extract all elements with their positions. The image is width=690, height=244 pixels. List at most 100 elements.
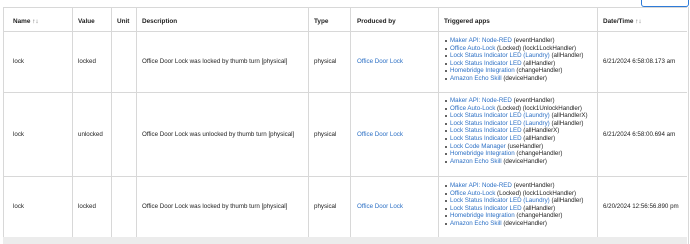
app-link[interactable]: Office Auto-Lock xyxy=(450,105,495,112)
search-input[interactable] xyxy=(641,0,689,7)
app-handler: (Locked) (lock1LockHandler) xyxy=(495,44,577,52)
app-handler: (eventHandler) xyxy=(511,97,555,104)
app-link[interactable]: Lock Status Indicator LED (Laundry) xyxy=(450,112,550,119)
app-handler: (useHandler) xyxy=(505,142,544,150)
app-link[interactable]: Homebridge Integration xyxy=(450,67,515,74)
app-link[interactable]: Office Auto-Lock xyxy=(450,45,495,52)
app-handler: (changeHandler) xyxy=(514,150,563,158)
sort-icon[interactable]: ↑↓ xyxy=(32,18,38,25)
table-footer-row xyxy=(3,237,687,244)
cell-description: Office Door Lock was unlocked by thumb t… xyxy=(142,131,295,138)
cell-value: unlocked xyxy=(78,131,103,138)
produced-by-link[interactable]: Office Door Lock xyxy=(357,131,403,138)
app-handler: (allHandlerX) xyxy=(549,112,588,120)
list-item: Lock Code Manager (useHandler) xyxy=(445,142,588,151)
row-divider xyxy=(3,92,687,93)
cell-name: lock xyxy=(13,203,25,210)
list-item: Office Auto-Lock (Locked) (lock1UnlockHa… xyxy=(445,104,588,113)
column-header-value: Value xyxy=(78,18,95,25)
app-link[interactable]: Lock Status Indicator LED (Laundry) xyxy=(450,52,550,59)
app-link[interactable]: Lock Status Indicator LED xyxy=(450,205,522,212)
list-item: Amazon Echo Skill (deviceHandler) xyxy=(445,157,588,166)
app-handler: (eventHandler) xyxy=(511,37,555,44)
column-header-datetime-label: Date/Time xyxy=(603,18,634,25)
triggered-apps-list: Maker API: Node-RED (eventHandler) Offic… xyxy=(445,97,588,166)
app-handler: (allHandler) xyxy=(521,204,556,212)
app-handler: (Locked) (lock1LockHandler) xyxy=(495,189,577,197)
app-handler: (allHandler) xyxy=(521,59,556,67)
list-item: Homebridge Integration (changeHandler) xyxy=(444,212,583,220)
app-link[interactable]: Lock Status Indicator LED xyxy=(450,127,522,134)
app-handler: (Locked) (lock1UnlockHandler) xyxy=(495,104,582,112)
app-link[interactable]: Maker API: Node-RED xyxy=(450,37,512,44)
list-item: Maker API: Node-RED (eventHandler) xyxy=(444,182,583,190)
list-item: Lock Status Indicator LED (allHandler) xyxy=(444,204,583,213)
cell-description: Office Door Lock was locked by thumb tur… xyxy=(142,203,288,210)
header-divider xyxy=(3,31,687,32)
app-handler: (deviceHandler) xyxy=(501,74,547,82)
column-header-datetime[interactable]: Date/Time ↑↓ xyxy=(603,18,642,25)
app-link[interactable]: Amazon Echo Skill xyxy=(450,220,502,227)
app-link[interactable]: Homebridge Integration xyxy=(450,212,515,219)
cell-name: lock xyxy=(13,131,25,138)
list-item: Homebridge Integration (changeHandler) xyxy=(445,150,588,158)
app-link[interactable]: Lock Status Indicator LED xyxy=(450,60,522,67)
cell-type: physical xyxy=(314,58,337,65)
cell-description: Office Door Lock was locked by thumb tur… xyxy=(142,58,288,65)
column-header-description: Description xyxy=(142,18,178,25)
app-handler: (deviceHandler) xyxy=(501,157,547,165)
app-link[interactable]: Maker API: Node-RED xyxy=(450,97,512,104)
app-link[interactable]: Lock Code Manager xyxy=(450,143,506,150)
app-handler: (allHandlerX) xyxy=(521,127,560,135)
column-header-unit: Unit xyxy=(117,18,130,25)
cell-datetime: 6/21/2024 6:58:00.694 am xyxy=(603,131,676,138)
column-divider xyxy=(308,7,309,237)
app-handler: (changeHandler) xyxy=(514,67,563,75)
app-handler: (allHandler) xyxy=(521,134,556,142)
app-handler: (deviceHandler) xyxy=(501,219,547,227)
list-item: Lock Status Indicator LED (Laundry) (all… xyxy=(444,197,584,205)
cell-datetime: 6/20/2024 12:56:56.890 pm xyxy=(603,203,679,210)
top-strip xyxy=(0,0,690,6)
app-link[interactable]: Lock Status Indicator LED (Laundry) xyxy=(450,197,550,204)
app-handler: (allHandler) xyxy=(549,197,584,205)
cell-value: locked xyxy=(78,203,96,210)
app-handler: (changeHandler) xyxy=(514,212,563,220)
list-item: Office Auto-Lock (Locked) (lock1LockHand… xyxy=(444,44,583,53)
cell-datetime: 6/21/2024 6:58:08.173 am xyxy=(603,58,676,65)
app-handler: (allHandler) xyxy=(549,52,584,60)
column-header-produced-by: Produced by xyxy=(357,18,396,25)
app-link[interactable]: Lock Status Indicator LED (Laundry) xyxy=(450,120,550,127)
app-link[interactable]: Lock Status Indicator LED xyxy=(450,135,522,142)
triggered-apps-list: Maker API: Node-RED (eventHandler) Offic… xyxy=(444,37,584,83)
produced-by-link[interactable]: Office Door Lock xyxy=(357,203,403,210)
app-link[interactable]: Homebridge Integration xyxy=(450,150,515,157)
app-link[interactable]: Maker API: Node-RED xyxy=(450,182,512,189)
list-item: Maker API: Node-RED (eventHandler) xyxy=(444,37,583,45)
column-divider xyxy=(597,7,598,237)
column-header-triggered-apps: Triggered apps xyxy=(444,18,490,25)
list-item: Amazon Echo Skill (deviceHandler) xyxy=(444,74,583,83)
cell-name: lock xyxy=(13,58,25,65)
cell-value: locked xyxy=(78,58,96,65)
list-item: Maker API: Node-RED (eventHandler) xyxy=(445,97,588,105)
column-divider xyxy=(438,7,439,237)
app-link[interactable]: Amazon Echo Skill xyxy=(450,75,502,82)
app-handler: (allHandler) xyxy=(549,119,584,127)
table-border-top xyxy=(3,7,687,8)
cell-type: physical xyxy=(314,131,337,138)
cell-type: physical xyxy=(314,203,337,210)
list-item: Homebridge Integration (changeHandler) xyxy=(444,67,583,75)
sort-icon[interactable]: ↑↓ xyxy=(635,18,641,25)
list-item: Amazon Echo Skill (deviceHandler) xyxy=(444,219,583,228)
triggered-apps-list: Maker API: Node-RED (eventHandler) Offic… xyxy=(444,182,584,228)
column-divider xyxy=(136,7,137,237)
column-header-name-label: Name xyxy=(13,18,31,25)
list-item: Lock Status Indicator LED (Laundry) (all… xyxy=(445,112,588,120)
produced-by-link[interactable]: Office Door Lock xyxy=(357,58,403,65)
column-header-name[interactable]: Name ↑↓ xyxy=(13,18,39,25)
column-divider xyxy=(111,7,112,237)
app-link[interactable]: Office Auto-Lock xyxy=(450,190,495,197)
app-link[interactable]: Amazon Echo Skill xyxy=(450,158,502,165)
list-item: Lock Status Indicator LED (allHandler) xyxy=(444,59,583,68)
